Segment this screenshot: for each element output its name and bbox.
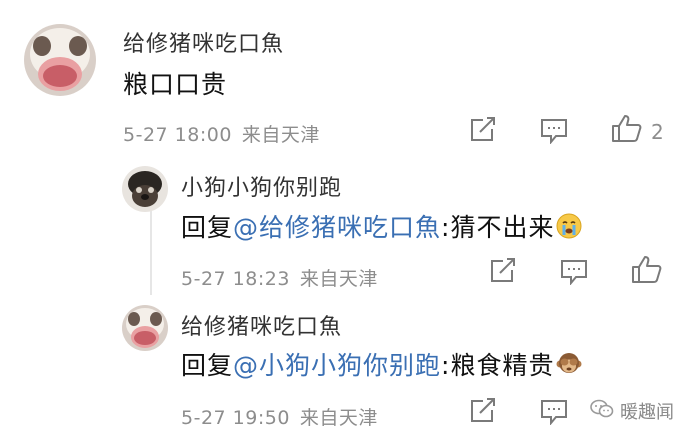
comment-icon[interactable]: [560, 259, 588, 285]
reply-prefix: 回复: [181, 351, 234, 380]
reply-prefix: 回复: [181, 213, 234, 242]
mention-link[interactable]: @给修猪咪吃口魚: [233, 213, 441, 242]
comment-icon[interactable]: [540, 399, 568, 425]
reply-location: 来自天津: [299, 268, 378, 290]
like-count: 2: [651, 120, 664, 144]
comment-location: 来自天津: [241, 124, 320, 146]
avatar[interactable]: [24, 24, 96, 96]
comment-meta: 5-27 18:00 来自天津: [123, 120, 320, 147]
mention-link[interactable]: @小狗小狗你别跑: [233, 351, 441, 380]
reply-username[interactable]: 给修猪咪吃口魚: [181, 309, 342, 341]
reply-text: 猜不出来: [450, 213, 555, 242]
watermark-text: 暖趣闻: [620, 402, 674, 423]
reply-text-line: 回复@小狗小狗你别跑:粮食精贵: [181, 346, 582, 383]
comment-icon[interactable]: [540, 118, 568, 144]
reply-text-line: 回复@给修猪咪吃口魚:猜不出来: [181, 208, 582, 245]
reply-date: 5-27 18:23: [181, 268, 290, 290]
share-icon[interactable]: [469, 398, 497, 424]
reply-meta: 5-27 19:50 来自天津: [181, 403, 378, 430]
comment-text: 粮口口贵: [123, 70, 228, 99]
avatar[interactable]: [122, 305, 168, 351]
like-icon[interactable]: [631, 254, 663, 284]
wechat-logo-icon: [590, 399, 614, 423]
share-icon[interactable]: [489, 258, 517, 284]
reply-username[interactable]: 小狗小狗你别跑: [181, 170, 342, 202]
watermark: 暖趣闻: [590, 398, 674, 424]
reply-date: 5-27 19:50: [181, 407, 290, 429]
reply-meta: 5-27 18:23 来自天津: [181, 264, 378, 291]
monkey-emoji-icon: [556, 351, 582, 383]
reply-location: 来自天津: [299, 407, 378, 429]
thread-line: [150, 205, 152, 295]
avatar[interactable]: [122, 166, 168, 212]
reply-text: 粮食精贵: [450, 351, 555, 380]
share-icon[interactable]: [469, 117, 497, 143]
like-icon[interactable]: [611, 113, 643, 143]
comment-username[interactable]: 给修猪咪吃口魚: [123, 26, 284, 58]
crying-emoji-icon: [556, 213, 582, 245]
comment-date: 5-27 18:00: [123, 124, 232, 146]
